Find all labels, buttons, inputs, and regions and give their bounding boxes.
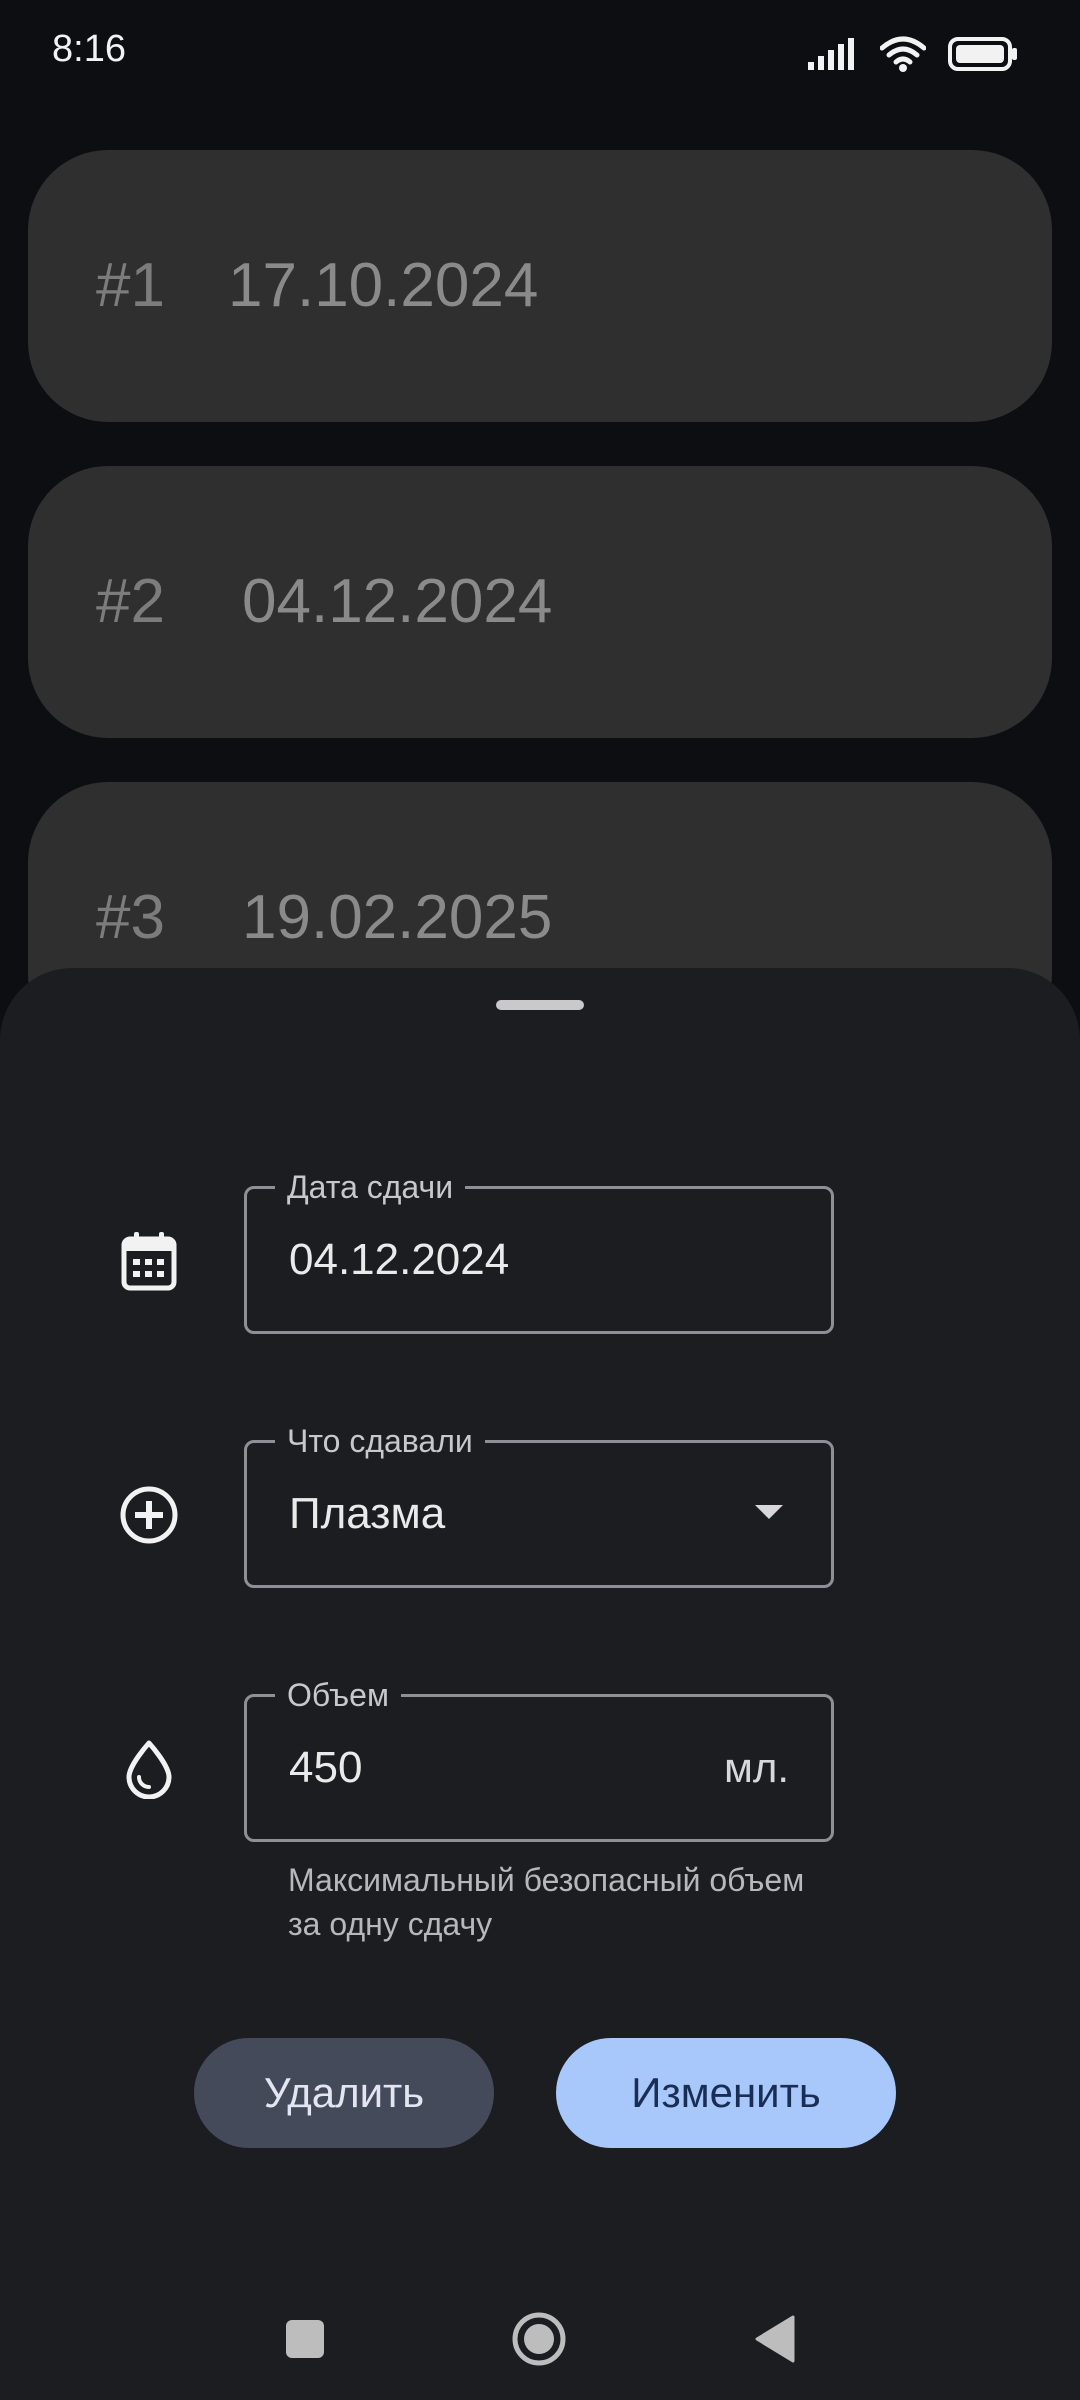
donation-type-value: Плазма bbox=[289, 1489, 446, 1538]
home-circle-icon[interactable] bbox=[504, 2304, 574, 2374]
signal-icon bbox=[808, 38, 854, 70]
record-card[interactable]: #2 04.12.2024 bbox=[28, 466, 1052, 738]
dropdown-arrow-icon[interactable] bbox=[755, 1505, 783, 1519]
back-triangle-icon[interactable] bbox=[740, 2304, 810, 2374]
status-bar: 8:16 bbox=[0, 0, 1080, 110]
record-date: 04.12.2024 bbox=[242, 567, 553, 636]
volume-field[interactable]: Объем 450 мл. bbox=[244, 1675, 834, 1842]
calendar-icon bbox=[118, 1230, 180, 1292]
navigation-bar bbox=[0, 2280, 1080, 2390]
drag-handle[interactable] bbox=[496, 1000, 584, 1010]
status-time: 8:16 bbox=[52, 28, 126, 70]
add-circle-icon bbox=[118, 1484, 180, 1546]
edit-button[interactable]: Изменить bbox=[556, 2038, 896, 2148]
record-index: #1 bbox=[96, 251, 165, 320]
delete-button[interactable]: Удалить bbox=[194, 2038, 494, 2148]
volume-unit: мл. bbox=[723, 1744, 789, 1791]
status-icons bbox=[808, 34, 1018, 74]
record-index: #2 bbox=[96, 567, 165, 636]
volume-helper-text: Максимальный безопасный объем за одну сд… bbox=[288, 1862, 805, 1942]
record-date: 17.10.2024 bbox=[228, 251, 539, 320]
drop-icon bbox=[118, 1738, 180, 1800]
record-card[interactable]: #1 17.10.2024 bbox=[28, 150, 1052, 422]
wifi-icon bbox=[880, 36, 926, 72]
donation-date-field[interactable]: Дата сдачи 04.12.2024 bbox=[244, 1167, 834, 1334]
battery-icon bbox=[948, 37, 1017, 71]
donation-date-value: 04.12.2024 bbox=[289, 1235, 510, 1284]
volume-value: 450 bbox=[289, 1743, 363, 1792]
edit-bottom-sheet: Дата сдачи 04.12.2024 Что сдавали Плазма… bbox=[0, 968, 1080, 2400]
recents-square-icon[interactable] bbox=[270, 2304, 340, 2374]
donation-type-select[interactable]: Что сдавали Плазма bbox=[244, 1421, 834, 1588]
